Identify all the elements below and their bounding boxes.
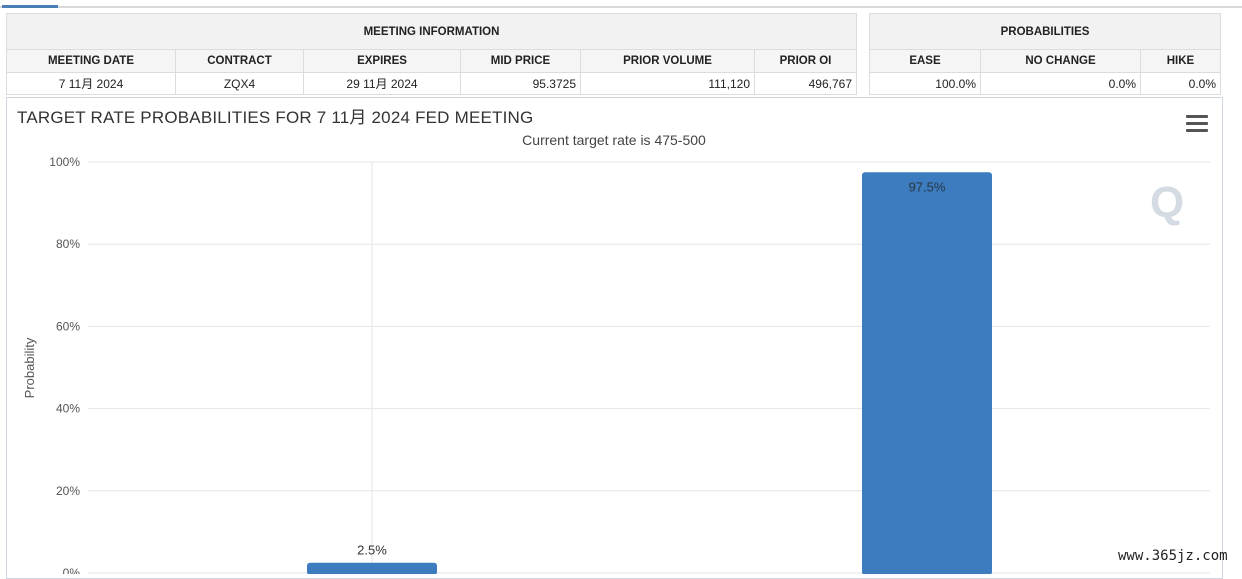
y-tick-label: 20% — [56, 484, 80, 498]
y-tick-label: 0% — [63, 566, 81, 574]
watermark: www.365jz.com — [1118, 548, 1228, 564]
data-label: 2.5% — [357, 543, 387, 558]
grid-lines — [88, 161, 1210, 574]
y-tick-label: 100% — [49, 155, 80, 169]
bar-chart: 0% 20% 40% 60% 80% 100% Probability 2.5% 97.5% — [22, 155, 1210, 574]
bar[interactable] — [307, 562, 437, 574]
bar[interactable] — [862, 172, 992, 574]
y-axis-ticks: 0% 20% 40% 60% 80% 100% — [49, 155, 80, 574]
data-label: 97.5% — [909, 179, 946, 194]
y-tick-label: 40% — [56, 402, 80, 416]
data-labels: 2.5% 97.5% — [357, 179, 946, 558]
y-axis-label: Probability — [22, 337, 37, 398]
y-tick-label: 80% — [56, 237, 80, 251]
y-tick-label: 60% — [56, 319, 80, 333]
bars — [307, 172, 992, 574]
